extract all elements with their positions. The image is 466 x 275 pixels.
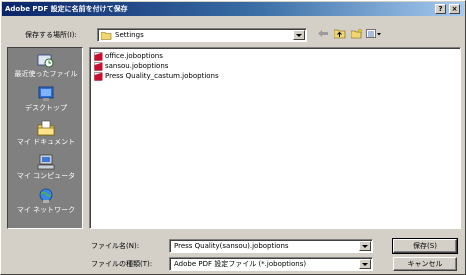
- joboptions-file-icon: [94, 62, 103, 71]
- location-value: Settings: [115, 31, 144, 39]
- my-documents-icon: [37, 120, 55, 136]
- window-title: Adobe PDF 設定に名前を付けて保存: [5, 5, 128, 13]
- view-menu-icon[interactable]: [366, 28, 382, 39]
- file-name: Press Quality_castum.joboptions: [105, 72, 219, 80]
- filetype-value: Adobe PDF 設定ファイル (*.joboptions): [174, 260, 307, 268]
- place-my-network-label: マイ ネットワーク: [16, 206, 76, 214]
- place-desktop-label: デスクトップ: [25, 104, 67, 112]
- place-desktop[interactable]: デスクトップ: [8, 86, 84, 118]
- save-dialog: Adobe PDF 設定に名前を付けて保存 ? × 保存する場所(I): Set…: [0, 0, 466, 275]
- save-in-label: 保存する場所(I):: [25, 31, 77, 39]
- my-network-icon: [39, 188, 53, 203]
- filetype-label: ファイルの種類(T):: [91, 260, 153, 268]
- new-folder-icon[interactable]: [351, 28, 363, 39]
- chevron-down-icon[interactable]: [359, 259, 371, 269]
- filename-value: Press Quality(sansou).joboptions: [174, 242, 289, 250]
- up-folder-icon[interactable]: [334, 28, 346, 39]
- close-button[interactable]: ×: [449, 4, 460, 14]
- file-name: sansou.joboptions: [105, 62, 169, 70]
- recent-icon: [37, 54, 54, 68]
- joboptions-file-icon: [94, 72, 103, 81]
- file-list[interactable]: office.joboptions sansou.joboptions Pres…: [89, 47, 461, 229]
- file-name: office.joboptions: [105, 52, 163, 60]
- place-my-documents[interactable]: マイ ドキュメント: [8, 120, 84, 152]
- joboptions-file-icon: [94, 52, 103, 61]
- place-my-computer[interactable]: マイ コンピュータ: [8, 154, 84, 186]
- place-recent-label: 最近使ったファイル: [14, 70, 78, 78]
- my-computer-icon: [37, 154, 55, 170]
- save-button[interactable]: 保存(S): [392, 238, 458, 254]
- place-my-network[interactable]: マイ ネットワーク: [8, 188, 84, 220]
- places-bar: 最近使ったファイル デスクトップ マイ ドキュメント マイ コンピュータ マイ …: [7, 47, 83, 229]
- place-recent[interactable]: 最近使ったファイル: [8, 52, 84, 84]
- folder-icon: [101, 32, 112, 40]
- desktop-icon: [38, 86, 54, 101]
- filename-input[interactable]: Press Quality(sansou).joboptions: [169, 239, 373, 253]
- place-my-computer-label: マイ コンピュータ: [16, 172, 76, 180]
- filename-label: ファイル名(N):: [91, 242, 140, 250]
- help-button[interactable]: ?: [435, 4, 446, 14]
- filetype-select[interactable]: Adobe PDF 設定ファイル (*.joboptions): [169, 257, 373, 271]
- place-my-documents-label: マイ ドキュメント: [16, 138, 76, 146]
- chevron-down-icon[interactable]: [293, 30, 305, 40]
- location-dropdown[interactable]: Settings: [97, 28, 307, 42]
- chevron-down-icon[interactable]: [359, 241, 371, 251]
- cancel-button[interactable]: キャンセル: [393, 257, 457, 271]
- title-bar[interactable]: Adobe PDF 設定に名前を付けて保存 ? ×: [2, 2, 464, 16]
- back-icon[interactable]: [317, 28, 329, 39]
